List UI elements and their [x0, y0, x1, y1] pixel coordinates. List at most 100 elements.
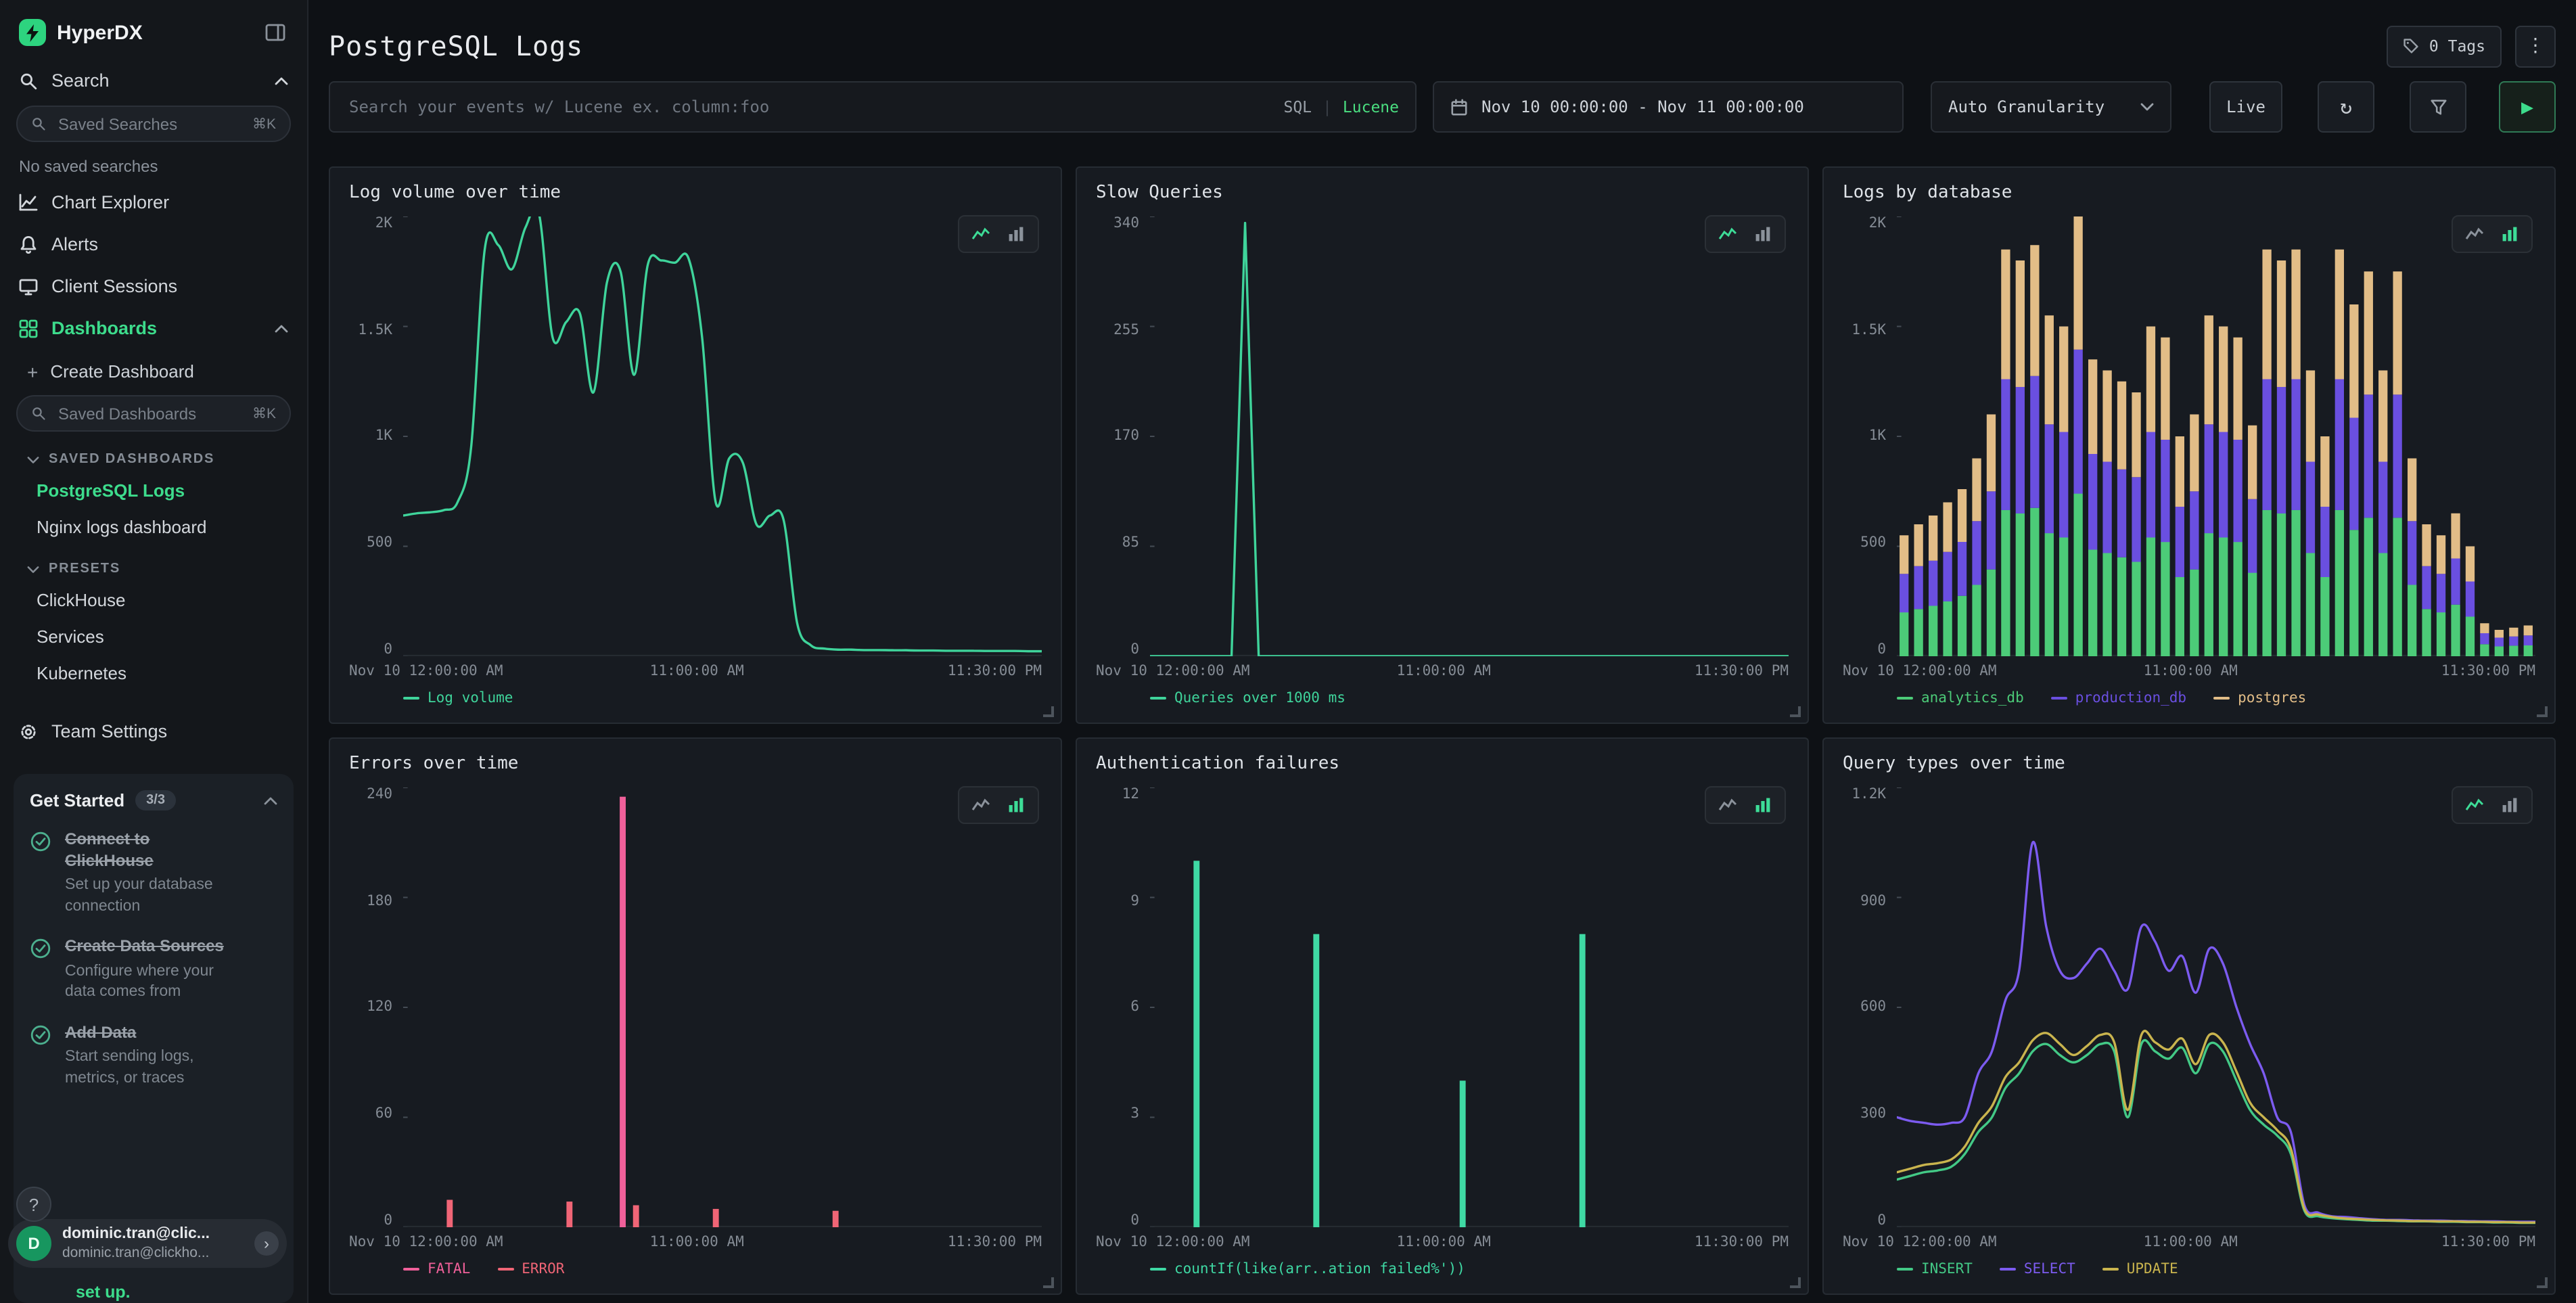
legend-label: INSERT [1921, 1261, 1973, 1277]
line-chart-toggle[interactable] [1710, 792, 1745, 819]
legend-swatch [2051, 697, 2067, 700]
avatar: D [16, 1226, 51, 1261]
sidebar-item-dashboards[interactable]: Dashboards [0, 307, 307, 349]
panel-resize-handle[interactable] [2537, 706, 2548, 717]
sidebar-item-team-settings[interactable]: Team Settings [0, 710, 307, 752]
presets-heading[interactable]: PRESETS [0, 545, 307, 582]
panel-resize-handle[interactable] [1043, 1277, 1054, 1288]
group-heading-label: PRESETS [49, 562, 120, 576]
saved-dashboards-heading[interactable]: SAVED DASHBOARDS [0, 436, 307, 472]
legend-label: UPDATE [2127, 1261, 2178, 1277]
get-started-item[interactable]: Connect to ClickHouse Set up your databa… [30, 829, 277, 917]
chart-type-toggle [1705, 786, 1786, 824]
y-tick-label: 0 [1877, 642, 1886, 656]
bar-chart-toggle[interactable] [998, 221, 1034, 248]
sql-toggle[interactable]: SQL [1283, 97, 1312, 116]
chart-panel-logs-by-database: Logs by database 2K1.5K1K5000 Nov 10 12:… [1822, 166, 2556, 724]
saved-searches-input[interactable] [55, 113, 243, 135]
x-tick-label: 11:00:00 AM [1397, 663, 1491, 679]
tags-button[interactable]: 0 Tags [2387, 25, 2502, 67]
granularity-select[interactable]: Auto Granularity [1931, 81, 2171, 133]
y-tick-label: 500 [1860, 536, 1886, 550]
bar-chart-toggle[interactable] [2492, 221, 2527, 248]
sidebar-item-services[interactable]: Services [0, 618, 307, 655]
sidebar-item-nginx-logs-dashboard[interactable]: Nginx logs dashboard [0, 509, 307, 545]
sidebar-item-clickhouse[interactable]: ClickHouse [0, 582, 307, 618]
panel-resize-handle[interactable] [2537, 1277, 2548, 1288]
monitor-icon [19, 277, 38, 296]
get-started-header[interactable]: Get Started 3/3 [30, 790, 277, 810]
panel-resize-handle[interactable] [1790, 706, 1801, 717]
get-started-item[interactable]: Add Data Start sending logs, metrics, or… [30, 1023, 277, 1090]
setup-link[interactable]: set up. [76, 1283, 131, 1302]
create-dashboard-button[interactable]: + Create Dashboard [0, 349, 307, 391]
y-tick-label: 2K [375, 216, 392, 231]
filter-button[interactable] [2410, 81, 2466, 133]
panel-resize-handle[interactable] [1043, 706, 1054, 717]
help-button[interactable]: ? [16, 1187, 51, 1222]
sidebar-item-postgresql-logs[interactable]: PostgreSQL Logs [0, 472, 307, 509]
bar-chart-toggle[interactable] [2492, 792, 2527, 819]
y-tick-label: 60 [375, 1107, 392, 1121]
date-range-picker[interactable]: Nov 10 00:00:00 - Nov 11 00:00:00 [1433, 81, 1904, 133]
user-account-chip[interactable]: D dominic.tran@clic... dominic.tran@clic… [8, 1219, 287, 1268]
x-axis: Nov 10 12:00:00 AM11:00:00 AM11:30:00 PM [403, 1234, 1042, 1254]
no-saved-searches-note: No saved searches [0, 146, 307, 181]
kebab-menu-button[interactable]: ⋮ [2515, 25, 2556, 67]
y-tick-label: 2K [1869, 216, 1886, 231]
chevron-down-icon [27, 565, 39, 573]
user-email-primary: dominic.tran@clic... [62, 1227, 244, 1244]
y-axis: 2K1.5K1K5000 [1843, 216, 1897, 656]
sidebar: HyperDX Search ⌘K No saved searches Char… [0, 0, 308, 1303]
refresh-button[interactable]: ↻ [2318, 81, 2374, 133]
y-tick-label: 9 [1130, 894, 1139, 908]
x-axis: Nov 10 12:00:00 AM11:00:00 AM11:30:00 PM [1150, 1234, 1789, 1254]
line-chart-toggle[interactable] [2457, 221, 2492, 248]
chart-type-toggle [1705, 215, 1786, 253]
chart-title: Slow Queries [1096, 183, 1789, 203]
x-tick-label: 11:30:00 PM [2441, 663, 2535, 679]
saved-dashboards-box: ⌘K [16, 395, 291, 432]
sidebar-item-search[interactable]: Search [0, 60, 307, 101]
chart-legend: Log volume [403, 683, 1042, 713]
brand-name: HyperDX [57, 21, 262, 44]
event-search-input[interactable] [346, 96, 1270, 118]
sidebar-item-label: Client Sessions [51, 276, 288, 296]
line-chart-toggle[interactable] [963, 221, 998, 248]
x-tick-label: 11:00:00 AM [650, 663, 744, 679]
x-tick-label: 11:30:00 PM [1695, 1234, 1789, 1250]
sidebar-item-client-sessions[interactable]: Client Sessions [0, 265, 307, 307]
sidebar-item-label: Dashboards [51, 318, 261, 338]
check-circle-icon [30, 1024, 51, 1090]
sidebar-collapse-icon[interactable] [262, 20, 288, 45]
legend-swatch [1150, 697, 1166, 700]
chart-title: Authentication failures [1096, 754, 1789, 774]
legend-label: ERROR [522, 1261, 564, 1277]
sidebar-item-chart-explorer[interactable]: Chart Explorer [0, 181, 307, 223]
y-tick-label: 0 [1130, 1213, 1139, 1227]
line-chart-toggle[interactable] [2457, 792, 2492, 819]
chevron-right-icon: › [254, 1231, 279, 1256]
run-query-button[interactable]: ▶ [2499, 81, 2556, 133]
panel-resize-handle[interactable] [1790, 1277, 1801, 1288]
lucene-toggle[interactable]: Lucene [1343, 97, 1399, 116]
chevron-up-icon[interactable] [264, 796, 277, 804]
saved-dashboards-input[interactable] [55, 403, 243, 424]
chevron-up-icon [275, 76, 288, 85]
get-started-item[interactable]: Create Data Sources Configure where your… [30, 936, 277, 1003]
sidebar-item-kubernetes[interactable]: Kubernetes [0, 655, 307, 691]
line-chart-toggle[interactable] [963, 792, 998, 819]
chart-legend: FATALERROR [403, 1254, 1042, 1284]
bar-chart-toggle[interactable] [1745, 221, 1780, 248]
query-controls: SQL | Lucene Nov 10 00:00:00 - Nov 11 00… [329, 81, 2556, 133]
filter-icon [2429, 98, 2447, 116]
bar-chart-toggle[interactable] [998, 792, 1034, 819]
live-button[interactable]: Live [2209, 81, 2282, 133]
sidebar-item-alerts[interactable]: Alerts [0, 223, 307, 265]
line-chart-toggle[interactable] [1710, 221, 1745, 248]
bar-chart-toggle[interactable] [1745, 792, 1780, 819]
y-tick-label: 600 [1860, 1001, 1886, 1015]
plot-area [1150, 787, 1789, 1227]
get-started-item-title: Add Data [65, 1023, 235, 1044]
query-language-toggle: SQL | Lucene [1283, 97, 1399, 116]
